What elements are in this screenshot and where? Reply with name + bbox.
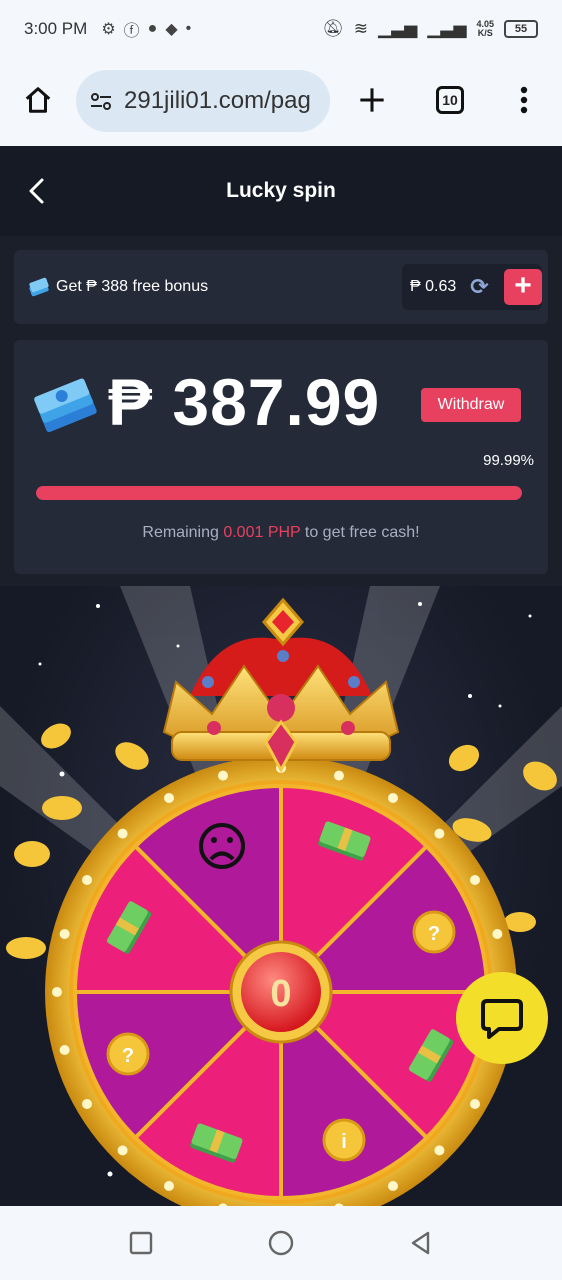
rim-light: [52, 987, 62, 997]
signal-2-icon: ▁▃▅: [427, 19, 467, 38]
rim-light: [469, 1099, 480, 1109]
recent-apps-icon[interactable]: [128, 1230, 154, 1256]
rim-light: [82, 1099, 93, 1109]
back-chevron-icon[interactable]: [22, 174, 52, 208]
coin-icon-right: ?: [412, 910, 456, 954]
wifi-icon: ≋: [353, 19, 368, 38]
rim-light: [164, 1180, 174, 1191]
status-bar: 3:00 PM ⚙ ⓕ ● ◆ • 🔕︎ ≋ ▁▃▅ ▁▃▅ 4.05 K/S …: [0, 0, 562, 58]
remaining-text: Remaining 0.001 PHP to get free cash!: [14, 524, 548, 542]
cash-stack-icon: [29, 277, 49, 297]
progress-bar: [36, 486, 522, 500]
rim-light: [388, 793, 398, 804]
wheel-stage: ? i ? 0: [0, 586, 562, 1206]
mute-bell-icon: 🔕︎: [322, 19, 344, 38]
tab-switcher-button[interactable]: 10: [430, 80, 470, 120]
rim-light: [59, 929, 70, 940]
rim-light: [117, 1145, 128, 1156]
url-text[interactable]: 291jili01.com/pag: [124, 87, 311, 115]
wheel-center-value: 0: [270, 973, 291, 1015]
notification-icons: ⚙ ⓕ ● ◆ •: [101, 17, 191, 41]
rim-light: [164, 793, 174, 804]
bonus-label: Get ₱ 388 free bonus: [56, 278, 209, 295]
balance-value: ₱ 0.63: [410, 278, 457, 295]
more-menu-icon[interactable]: [504, 80, 544, 120]
back-triangle-icon[interactable]: [408, 1230, 434, 1256]
rim-light: [469, 875, 480, 885]
battery-icon: 55: [504, 20, 538, 38]
chat-bubble-icon: [481, 999, 523, 1039]
withdraw-button[interactable]: Withdraw: [421, 388, 521, 422]
rim-light: [59, 1044, 70, 1055]
more-dot-icon: •: [185, 20, 192, 37]
coin-icon-left: ?: [106, 1032, 150, 1076]
remaining-prefix: Remaining: [142, 524, 219, 541]
address-bar[interactable]: 291jili01.com/pag: [76, 70, 330, 132]
facebook-outline-icon: ⓕ: [123, 23, 140, 40]
rim-light: [117, 828, 128, 839]
refresh-icon[interactable]: ⟳: [470, 274, 488, 300]
add-funds-button[interactable]: +: [504, 269, 542, 305]
rim-light: [333, 770, 344, 781]
app-header: Lucky spin: [0, 146, 562, 236]
site-settings-icon[interactable]: [88, 89, 114, 113]
jackpot-card: ₱ 387.99 Withdraw 99.99% Remaining 0.001…: [14, 340, 548, 574]
rim-light: [434, 1145, 445, 1156]
facebook-icon: ●: [147, 20, 158, 37]
rim-light: [434, 828, 445, 839]
live-chat-button[interactable]: [456, 972, 548, 1064]
battery-level: 55: [514, 23, 528, 35]
bonus-bar: Get ₱ 388 free bonus ₱ 0.63 ⟳ +: [14, 250, 548, 324]
tab-count: 10: [436, 86, 464, 114]
jackpot-amount: ₱ 387.99: [108, 365, 381, 439]
rim-light: [492, 929, 503, 940]
coin-icon-bottom: i: [322, 1118, 366, 1162]
status-time: 3:00 PM: [24, 19, 88, 38]
cash-bundle-icon: [34, 372, 98, 436]
lucky-wheel-graphic[interactable]: ? i ? 0: [0, 586, 562, 1206]
home-icon[interactable]: [18, 80, 58, 120]
android-nav-bar: [0, 1206, 562, 1280]
svg-text:?: ?: [428, 923, 440, 945]
progress-percent: 99.99%: [483, 452, 534, 469]
net-speed-unit: K/S: [477, 28, 493, 38]
net-speed: 4.05 K/S: [476, 20, 494, 38]
rim-light: [388, 1180, 398, 1191]
settings-gear-icon: ⚙: [101, 21, 116, 38]
balance-pill: ₱ 0.63 ⟳ +: [402, 264, 542, 310]
rim-light: [82, 875, 93, 885]
svg-text:?: ?: [122, 1045, 134, 1067]
remaining-suffix: to get free cash!: [304, 524, 420, 541]
messenger-icon: ◆: [165, 21, 178, 38]
remaining-value: 0.001 PHP: [223, 524, 301, 541]
new-tab-icon[interactable]: [352, 80, 392, 120]
browser-toolbar: 291jili01.com/pag 10: [0, 58, 562, 146]
progress-fill: [36, 486, 522, 500]
signal-icon: ▁▃▅: [378, 19, 418, 38]
svg-text:i: i: [341, 1131, 347, 1153]
home-circle-icon[interactable]: [268, 1230, 294, 1256]
page-title: Lucky spin: [226, 179, 336, 202]
rim-light: [218, 770, 229, 781]
